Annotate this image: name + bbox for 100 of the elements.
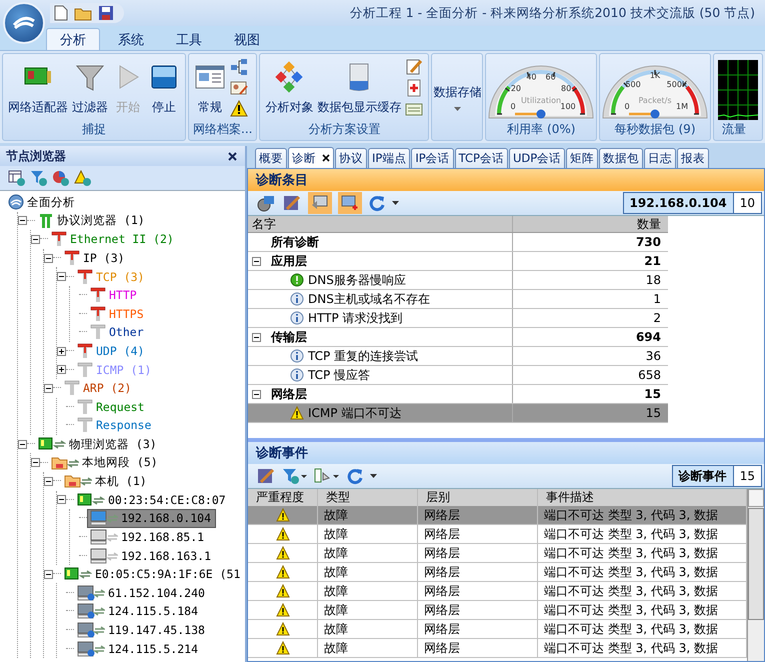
expander-toggle[interactable]	[31, 458, 40, 468]
tree-item[interactable]: 192.168.163.1	[87, 546, 216, 566]
columns-icon[interactable]	[314, 467, 340, 485]
view-tab[interactable]: IP会话	[411, 148, 454, 168]
diagnosis-row[interactable]: TCP 重复的连接尝试 36	[248, 347, 668, 366]
event-row[interactable]: 故障 网络层 端口不可达 类型 3, 代码 3, 数据	[248, 544, 747, 563]
warning-add-icon[interactable]	[74, 170, 92, 186]
close-icon[interactable]	[228, 152, 237, 160]
tree-item[interactable]: UDP (4)	[74, 342, 150, 361]
expander-toggle[interactable]	[18, 440, 27, 449]
expander-toggle[interactable]	[57, 272, 66, 282]
tree-item[interactable]: 全面分析	[5, 192, 80, 212]
expander-toggle[interactable]	[31, 234, 40, 244]
expander-toggle[interactable]	[57, 365, 66, 374]
ribbon-button[interactable]: 停止	[146, 56, 182, 120]
tree-item[interactable]: 协议浏览器 (1)	[35, 211, 150, 230]
ribbon-tab[interactable]: 视图	[220, 28, 274, 50]
ribbon-tab[interactable]: 分析	[46, 28, 100, 50]
column-header[interactable]: 数量	[513, 216, 668, 232]
ribbon-button[interactable]: 数据包显示缓存	[315, 56, 404, 120]
diagnosis-row[interactable]: 应用层 21	[248, 252, 668, 271]
export-icon[interactable]	[256, 467, 276, 485]
caret-icon[interactable]	[370, 474, 377, 478]
tree-item[interactable]: Response	[74, 416, 156, 435]
tree-item[interactable]: 192.168.0.104	[87, 508, 216, 528]
app-logo[interactable]	[3, 2, 45, 44]
expander-toggle[interactable]	[57, 346, 66, 356]
tree-item[interactable]: 119.147.45.138	[74, 620, 210, 640]
diagnosis-row[interactable]: 所有诊断 730	[248, 233, 668, 252]
view-tab[interactable]: 矩阵	[566, 148, 598, 168]
document-icon[interactable]	[405, 78, 424, 97]
tree-item[interactable]: 124.115.5.214	[74, 639, 204, 658]
tree-item[interactable]: E0:05:C5:9A:1F:6E (51	[61, 564, 245, 584]
tree-item[interactable]: Other	[87, 322, 149, 342]
tree-item[interactable]: 物理浏览器 (3)	[35, 434, 162, 454]
tree-item[interactable]: ARP (2)	[61, 378, 136, 398]
event-row[interactable]: 故障 网络层 端口不可达 类型 3, 代码 3, 数据	[248, 506, 747, 525]
tree-item[interactable]: 124.115.5.184	[74, 602, 204, 621]
edit-icon[interactable]	[405, 58, 424, 76]
refresh-icon[interactable]	[368, 194, 386, 212]
view-tab[interactable]: 诊断	[288, 147, 334, 168]
view-tab[interactable]: UDP会话	[508, 148, 566, 168]
ribbon-tab[interactable]: 工具	[162, 28, 216, 50]
tree-item[interactable]: Ethernet II (2)	[48, 230, 179, 249]
tree-item[interactable]: HTTP	[87, 286, 142, 305]
export-icon[interactable]	[282, 194, 302, 212]
monitor-add-icon[interactable]	[338, 192, 362, 214]
expander-toggle[interactable]	[44, 254, 53, 263]
diagnosis-row[interactable]: 传输层 694	[248, 328, 668, 347]
scrollbar[interactable]	[747, 489, 764, 661]
expander-toggle[interactable]	[44, 384, 53, 393]
tree-item[interactable]: Request	[74, 397, 150, 416]
diagnosis-row[interactable]: DNS主机或域名不存在 1	[248, 290, 668, 309]
view-tab[interactable]: IP端点	[368, 148, 410, 168]
expander-toggle[interactable]	[252, 256, 261, 266]
view-tab[interactable]: 日志	[644, 148, 676, 168]
event-row[interactable]: 故障 网络层 端口不可达 类型 3, 代码 3, 数据	[248, 639, 747, 658]
contact-card-icon[interactable]	[230, 78, 248, 97]
event-row[interactable]: 故障 网络层 端口不可达 类型 3, 代码 3, 数据	[248, 601, 747, 620]
expander-toggle[interactable]	[252, 332, 261, 342]
refresh-icon[interactable]	[346, 467, 364, 485]
caret-icon[interactable]	[392, 201, 399, 205]
ribbon-tab[interactable]: 系统	[104, 28, 158, 50]
tree-item[interactable]: 192.168.85.1	[87, 527, 210, 546]
ribbon-button[interactable]: 常规	[192, 56, 228, 120]
tree-item[interactable]: 本地网段 (5)	[48, 453, 163, 472]
ribbon-button[interactable]: 过滤器	[70, 56, 110, 120]
filter-add-icon[interactable]	[282, 467, 308, 485]
view-tab[interactable]: 数据包	[599, 148, 644, 168]
expander-toggle[interactable]	[44, 476, 53, 486]
save-icon[interactable]	[98, 5, 114, 21]
view-tab[interactable]: 报表	[677, 148, 710, 168]
diagnosis-row[interactable]: DNS服务器慢响应 18	[248, 271, 668, 290]
event-row[interactable]: 故障 网络层 端口不可达 类型 3, 代码 3, 数据	[248, 563, 747, 582]
new-file-icon[interactable]	[54, 5, 68, 21]
gear-icon[interactable]	[256, 194, 276, 212]
expander-toggle[interactable]	[252, 390, 261, 398]
event-row[interactable]: 故障 网络层 端口不可达 类型 3, 代码 3, 数据	[248, 582, 747, 601]
table-add-icon[interactable]	[8, 170, 26, 186]
diagnosis-row[interactable]: ICMP 端口不可达 15	[248, 404, 668, 423]
chart-add-icon[interactable]	[52, 170, 70, 186]
close-icon[interactable]	[322, 154, 330, 162]
expander-toggle[interactable]	[44, 570, 53, 579]
topology-icon[interactable]	[230, 58, 248, 76]
monitor-back-icon[interactable]	[308, 192, 332, 214]
tree-item[interactable]: 61.152.104.240	[74, 583, 210, 602]
ribbon-button[interactable]: 分析对象	[263, 56, 316, 120]
ribbon-button[interactable]: 网络适配器	[6, 56, 70, 120]
view-tab[interactable]: TCP会话	[454, 148, 508, 168]
tree-item[interactable]: 00:23:54:CE:C8:07	[74, 490, 231, 510]
diagnosis-row[interactable]: HTTP 请求没找到 2	[248, 309, 668, 328]
warning-icon[interactable]	[230, 100, 248, 118]
event-row[interactable]: 故障 网络层 端口不可达 类型 3, 代码 3, 数据	[248, 525, 747, 544]
expander-toggle[interactable]	[57, 495, 66, 504]
storage-dropdown-button[interactable]: 数据存储	[431, 84, 484, 110]
event-row[interactable]: 故障 网络层 端口不可达 类型 3, 代码 3, 数据	[248, 620, 747, 639]
diagnosis-row[interactable]: TCP 慢应答 658	[248, 366, 668, 385]
tree-item[interactable]: 本机 (1)	[61, 472, 152, 491]
column-header[interactable]: 名字	[248, 216, 513, 232]
view-tab[interactable]: 协议	[335, 148, 367, 168]
